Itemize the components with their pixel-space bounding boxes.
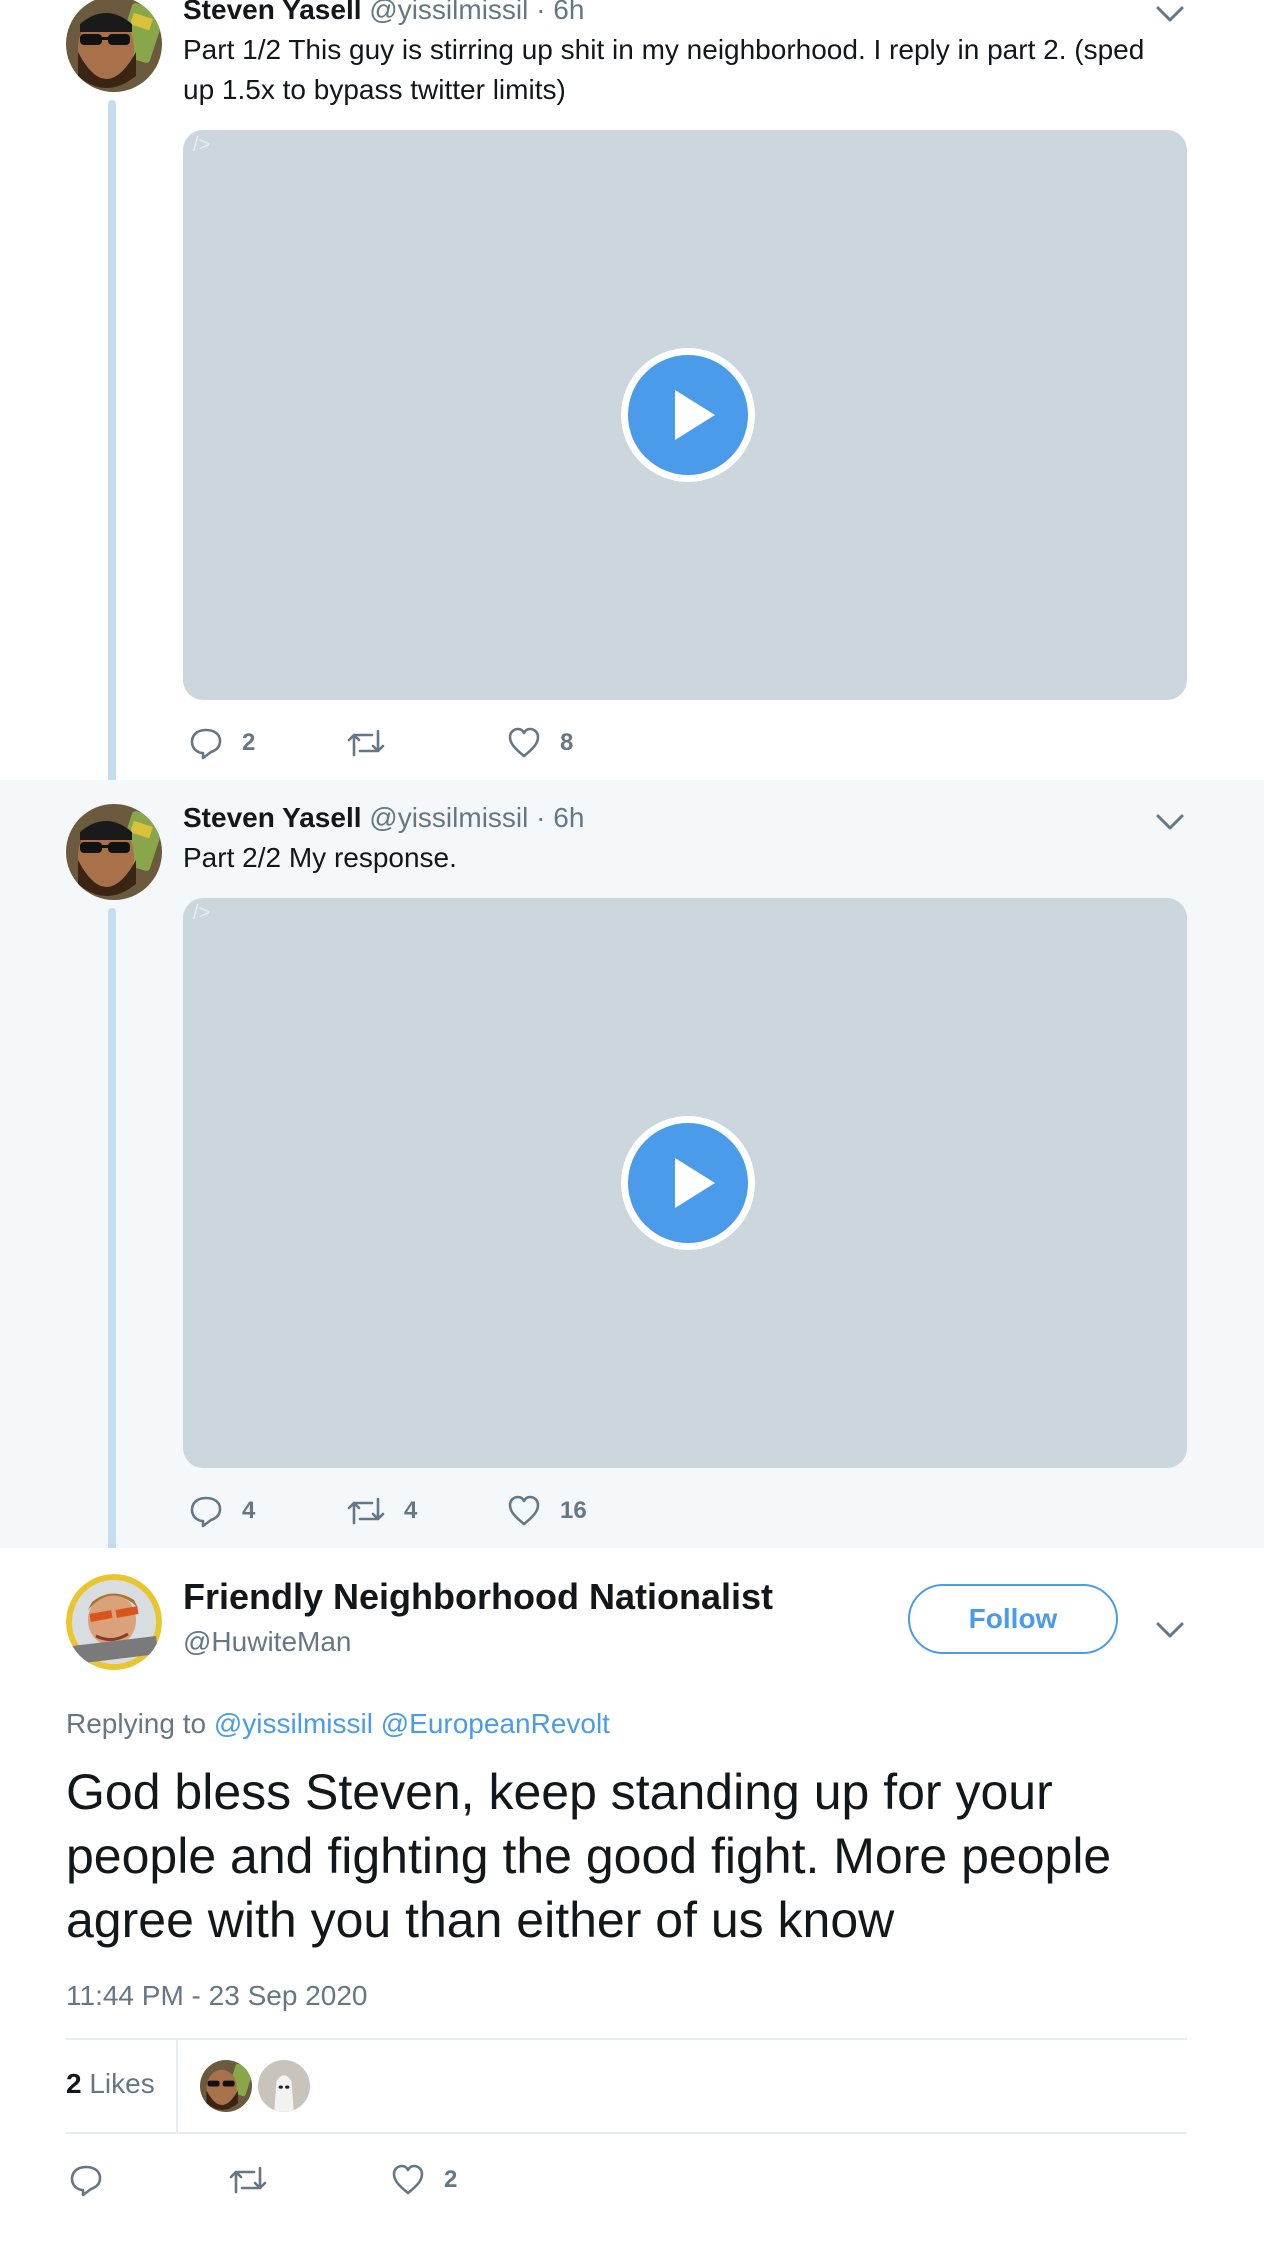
mention-link[interactable]: @EuropeanRevolt	[381, 1708, 610, 1739]
like-button[interactable]: 2	[390, 2160, 457, 2200]
like-button[interactable]: 8	[506, 723, 573, 763]
focused-tweet: Friendly Neighborhood Nationalist @Huwit…	[0, 1548, 1264, 2242]
likes-word: Likes	[89, 2068, 155, 2099]
likes-count: 2	[66, 2068, 82, 2099]
tweet-actions: 2 8	[188, 723, 888, 763]
author-handle[interactable]: @yissilmissil	[369, 0, 528, 25]
tweet-header: Steven Yasell @yissilmissil · 6h	[183, 802, 584, 834]
thread-tweet-2[interactable]: Steven Yasell @yissilmissil · 6h Part 2/…	[0, 780, 1264, 1556]
speech-bubble-icon	[70, 2165, 102, 2197]
thread-connector-line	[108, 100, 116, 800]
reply-button[interactable]: 4	[188, 1491, 255, 1531]
liker-avatar[interactable]	[200, 2060, 252, 2112]
heart-icon	[392, 2164, 424, 2195]
mention-link[interactable]: @yissilmissil	[214, 1708, 373, 1739]
play-button[interactable]	[621, 1116, 755, 1250]
play-button[interactable]	[621, 348, 755, 482]
like-count: 16	[560, 1497, 587, 1524]
author-name[interactable]: Steven Yasell	[183, 802, 362, 833]
heart-icon	[508, 1495, 540, 1526]
author-handle[interactable]: @HuwiteMan	[183, 1626, 351, 1658]
likes-summary[interactable]: 2 Likes	[66, 2068, 155, 2100]
speech-bubble-icon	[190, 1496, 222, 1528]
tweet-header: Steven Yasell @yissilmissil · 6h	[183, 0, 584, 26]
liker-avatar[interactable]	[258, 2060, 310, 2112]
tweet-actions: 4 4 16	[188, 1491, 888, 1531]
chevron-down-icon[interactable]	[1152, 1618, 1188, 1642]
tweet-text: Part 1/2 This guy is stirring up shit in…	[183, 34, 1145, 105]
tweet-actions: 2	[68, 2160, 668, 2200]
retweet-count: 4	[404, 1497, 418, 1524]
author-name[interactable]: Steven Yasell	[183, 0, 362, 25]
reply-count: 2	[242, 729, 256, 756]
divider	[66, 2038, 1187, 2040]
reply-button[interactable]	[68, 2160, 122, 2200]
heart-icon	[508, 727, 540, 758]
separator-dot: ·	[536, 0, 546, 25]
author-avatar[interactable]	[66, 1574, 162, 1670]
divider	[176, 2040, 178, 2134]
tweet-time[interactable]: 6h	[553, 802, 584, 833]
retweet-arrows-icon	[347, 1497, 385, 1525]
author-name[interactable]: Friendly Neighborhood Nationalist	[183, 1576, 773, 1618]
tweet-text: God bless Steven, keep standing up for y…	[66, 1764, 1112, 1948]
author-avatar[interactable]	[66, 804, 162, 900]
media-tag: />	[193, 134, 211, 156]
thread-connector-line	[108, 908, 116, 1556]
author-avatar[interactable]	[66, 0, 162, 92]
separator-dot: ·	[536, 802, 546, 833]
speech-bubble-icon	[190, 728, 222, 760]
chevron-down-icon[interactable]	[1152, 2, 1188, 26]
retweet-button[interactable]	[228, 2160, 286, 2200]
like-count: 8	[560, 729, 574, 756]
like-button[interactable]: 16	[506, 1491, 587, 1531]
retweet-button[interactable]	[346, 723, 404, 763]
replying-prefix: Replying to	[66, 1708, 207, 1739]
media-tag: />	[193, 902, 211, 924]
replying-to-line: Replying to @yissilmissil @EuropeanRevol…	[66, 1708, 610, 1740]
author-handle[interactable]: @yissilmissil	[369, 802, 528, 833]
thread-tweet-1[interactable]: Steven Yasell @yissilmissil · 6h Part 1/…	[0, 0, 1264, 800]
video-player[interactable]: />	[183, 898, 1187, 1468]
chevron-down-icon[interactable]	[1152, 810, 1188, 834]
play-icon	[675, 1158, 715, 1208]
tweet-text: Part 2/2 My response.	[183, 842, 457, 873]
retweet-button[interactable]: 4	[346, 1491, 417, 1531]
follow-button[interactable]: Follow	[908, 1584, 1118, 1654]
retweet-arrows-icon	[347, 729, 385, 757]
tweet-timestamp[interactable]: 11:44 PM - 23 Sep 2020	[66, 1980, 367, 2012]
retweet-arrows-icon	[229, 2166, 267, 2194]
like-count: 2	[444, 2166, 458, 2193]
divider	[66, 2132, 1187, 2134]
tweet-time[interactable]: 6h	[553, 0, 584, 25]
reply-button[interactable]: 2	[188, 723, 255, 763]
play-icon	[675, 390, 715, 440]
video-player[interactable]: />	[183, 130, 1187, 700]
reply-count: 4	[242, 1497, 256, 1524]
